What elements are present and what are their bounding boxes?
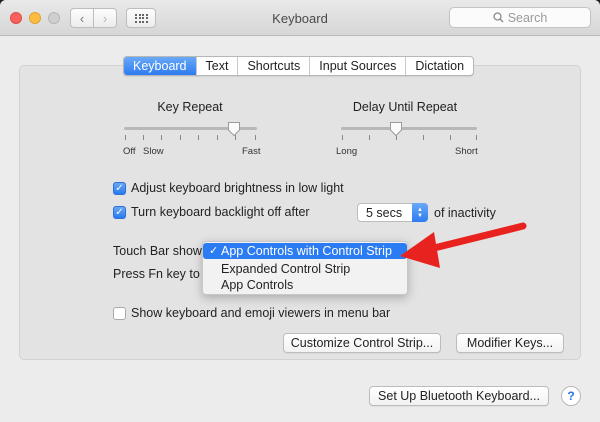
tab-keyboard[interactable]: Keyboard: [124, 57, 197, 75]
key-repeat-slow-label: Slow: [143, 146, 164, 157]
red-annotation-arrow-icon: [400, 222, 527, 268]
tab-dictation[interactable]: Dictation: [406, 57, 473, 75]
touch-bar-menu: ✓ App Controls with Control Strip Expand…: [202, 241, 408, 295]
emoji-viewers-label: Show keyboard and emoji viewers in menu …: [131, 306, 391, 320]
tab-bar: Keyboard Text Shortcuts Input Sources Di…: [123, 56, 475, 76]
search-placeholder: Search: [507, 10, 548, 25]
key-repeat-label: Key Repeat: [157, 100, 223, 114]
menu-item-label: App Controls: [221, 278, 294, 292]
delay-thumb[interactable]: [389, 121, 403, 137]
modifier-keys-button[interactable]: Modifier Keys...: [456, 333, 564, 353]
emoji-viewers-option[interactable]: Show keyboard and emoji viewers in menu …: [113, 306, 390, 320]
backlight-label: Turn keyboard backlight off after: [131, 205, 310, 219]
menu-item-app-controls[interactable]: App Controls: [203, 277, 407, 293]
key-repeat-thumb[interactable]: [227, 121, 241, 137]
brightness-option[interactable]: ✓ Adjust keyboard brightness in low ligh…: [113, 181, 344, 195]
keyboard-preferences-window: ‹ › Keyboard Search Keyboard Text Shortc…: [0, 0, 600, 422]
help-button[interactable]: ?: [561, 386, 581, 406]
search-icon: [493, 12, 504, 23]
tab-text[interactable]: Text: [197, 57, 239, 75]
menu-item-app-controls-strip[interactable]: ✓ App Controls with Control Strip: [203, 243, 407, 259]
brightness-label: Adjust keyboard brightness in low light: [131, 181, 344, 195]
touch-bar-shows-label: Touch Bar shows: [113, 244, 209, 258]
brightness-checkbox[interactable]: ✓: [113, 181, 126, 195]
backlight-timeout-value: 5 secs: [366, 205, 403, 220]
bluetooth-keyboard-button[interactable]: Set Up Bluetooth Keyboard...: [369, 386, 549, 406]
backlight-option[interactable]: ✓ Turn keyboard backlight off after: [113, 205, 310, 219]
checkmark-icon: ✓: [209, 245, 219, 257]
menu-item-label: Expanded Control Strip: [221, 262, 351, 276]
key-repeat-off-label: Off: [123, 146, 136, 157]
delay-until-repeat-label: Delay Until Repeat: [352, 100, 458, 114]
tab-input-sources[interactable]: Input Sources: [310, 57, 407, 75]
delay-short-label: Short: [455, 146, 478, 157]
menu-item-expanded-strip[interactable]: Expanded Control Strip: [203, 261, 407, 277]
title-bar: ‹ › Keyboard Search: [0, 0, 600, 36]
tab-shortcuts[interactable]: Shortcuts: [238, 57, 311, 75]
delay-track: [341, 127, 477, 130]
backlight-checkbox[interactable]: ✓: [113, 205, 126, 219]
delay-long-label: Long: [336, 146, 358, 157]
key-repeat-fast-label: Fast: [242, 146, 261, 157]
search-field[interactable]: Search: [449, 7, 591, 28]
customize-control-strip-button[interactable]: Customize Control Strip...: [283, 333, 441, 353]
menu-item-label: App Controls with Control Strip: [221, 244, 392, 258]
emoji-viewers-checkbox[interactable]: [113, 306, 126, 320]
press-fn-label: Press Fn key to: [113, 267, 200, 281]
